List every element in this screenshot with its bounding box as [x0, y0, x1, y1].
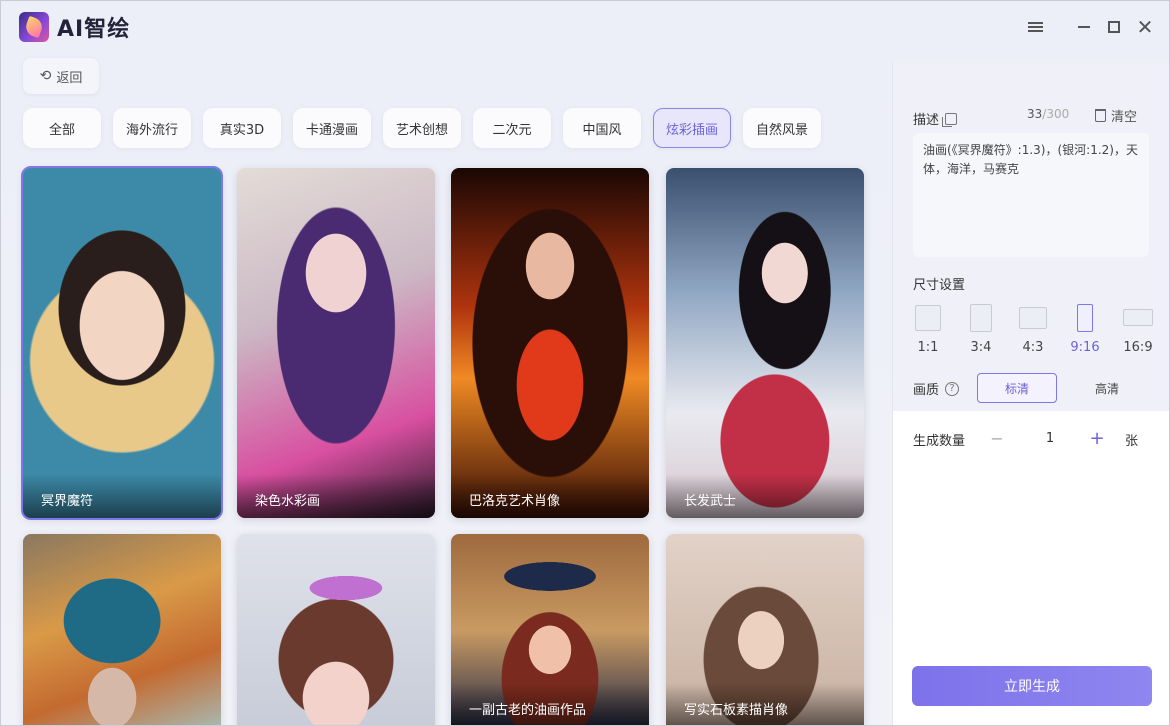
copy-icon[interactable]	[942, 112, 958, 127]
brush-logo-icon	[19, 12, 49, 42]
quantity-stepper: − 1 +	[983, 423, 1115, 453]
count-label: 生成数量	[913, 434, 966, 449]
artwork-image	[237, 168, 435, 518]
tab-anime[interactable]: 二次元	[473, 108, 551, 148]
gallery-card[interactable]: 冥界魔符	[21, 166, 223, 520]
ratio-label: 4:3	[1022, 340, 1044, 355]
clear-label: 清空	[1111, 110, 1138, 125]
card-caption: 一副古老的油画作品	[451, 683, 649, 725]
decrement-button[interactable]: −	[983, 429, 1011, 448]
minimize-icon[interactable]	[1072, 15, 1096, 39]
tab-chinese[interactable]: 中国风	[563, 108, 641, 148]
artwork-image	[23, 534, 221, 725]
tab-overseas[interactable]: 海外流行	[113, 108, 191, 148]
tab-real-3d[interactable]: 真实3D	[203, 108, 281, 148]
clear-button[interactable]: 清空	[1095, 106, 1137, 125]
card-caption: 染色水彩画	[237, 474, 435, 518]
description-label-text: 描述	[913, 113, 940, 128]
quality-standard-button[interactable]: 标清	[977, 373, 1057, 403]
gallery-card[interactable]	[237, 534, 435, 725]
app-window: AI智绘 ✕ ⟲ 返回 全部 海外流行 真实3D 卡通漫画 艺术创想 二次元 中…	[0, 0, 1170, 726]
tab-cartoon[interactable]: 卡通漫画	[293, 108, 371, 148]
tab-art[interactable]: 艺术创想	[383, 108, 461, 148]
char-count: 33	[1027, 107, 1043, 121]
generate-button[interactable]: 立即生成	[912, 666, 1152, 706]
ratio-label: 16:9	[1123, 340, 1153, 355]
ratio-shape	[1019, 307, 1047, 329]
artwork-image	[23, 168, 221, 518]
gallery-card[interactable]: 写实石板素描肖像	[666, 534, 864, 725]
card-caption: 写实石板素描肖像	[666, 683, 864, 725]
card-caption: 巴洛克艺术肖像	[451, 474, 649, 518]
size-settings-label: 尺寸设置	[913, 278, 966, 293]
maximize-icon[interactable]	[1102, 15, 1126, 39]
ratio-shape	[1077, 304, 1093, 332]
app-title: AI智绘	[57, 17, 131, 42]
ratio-option-16-9[interactable]: 16:9	[1118, 304, 1158, 355]
card-caption: 长发武士	[666, 474, 864, 518]
quality-label: 画质 ?	[913, 379, 960, 398]
ratio-option-4-3[interactable]: 4:3	[1013, 304, 1053, 355]
quality-high-button[interactable]: 高清	[1067, 373, 1147, 403]
ratio-label: 1:1	[917, 340, 939, 355]
count-unit: 张	[1125, 434, 1139, 449]
help-icon[interactable]: ?	[945, 381, 960, 396]
ratio-shape	[1123, 309, 1153, 326]
ratio-option-9-16[interactable]: 9:16	[1065, 304, 1105, 355]
char-max: /300	[1042, 107, 1070, 121]
card-caption: 冥界魔符	[23, 474, 221, 518]
gallery-card[interactable]: 长发武士	[666, 168, 864, 518]
app-logo: AI智绘	[19, 11, 130, 43]
ratio-option-3-4[interactable]: 3:4	[961, 304, 1001, 355]
gallery-card[interactable]: 巴洛克艺术肖像	[451, 168, 649, 518]
back-label: 返回	[56, 70, 83, 86]
description-textarea[interactable]: 油画(《冥界魔符》:1.3)，(银河:1.2)，天体，海洋，马赛克	[913, 133, 1149, 257]
gallery-card[interactable]: 一副古老的油画作品	[451, 534, 649, 725]
ratio-option-1-1[interactable]: 1:1	[908, 304, 948, 355]
char-counter: 33/300	[1027, 107, 1069, 121]
quality-label-text: 画质	[913, 383, 940, 398]
close-icon[interactable]: ✕	[1133, 15, 1157, 39]
gallery-card[interactable]	[23, 534, 221, 725]
ratio-label: 9:16	[1070, 340, 1100, 355]
artwork-image	[451, 168, 649, 518]
ratio-label: 3:4	[970, 340, 992, 355]
tab-all[interactable]: 全部	[23, 108, 101, 148]
settings-panel: 描述 33/300 清空 油画(《冥界魔符》:1.3)，(银河:1.2)，天体，…	[892, 61, 1169, 725]
menu-icon[interactable]	[1023, 15, 1047, 39]
increment-button[interactable]: +	[1083, 428, 1111, 449]
artwork-image	[237, 534, 435, 725]
trash-icon	[1095, 109, 1106, 122]
description-label: 描述	[913, 109, 958, 128]
gallery-card[interactable]: 染色水彩画	[237, 168, 435, 518]
ratio-shape	[970, 304, 992, 332]
artwork-image	[666, 168, 864, 518]
ratio-shape	[915, 305, 941, 331]
tab-colorful-illustration[interactable]: 炫彩插画	[653, 108, 731, 148]
tab-nature[interactable]: 自然风景	[743, 108, 821, 148]
quantity-value[interactable]: 1	[1025, 431, 1075, 446]
undo-arrow-icon: ⟲	[39, 68, 52, 84]
back-button[interactable]: ⟲ 返回	[23, 58, 99, 94]
